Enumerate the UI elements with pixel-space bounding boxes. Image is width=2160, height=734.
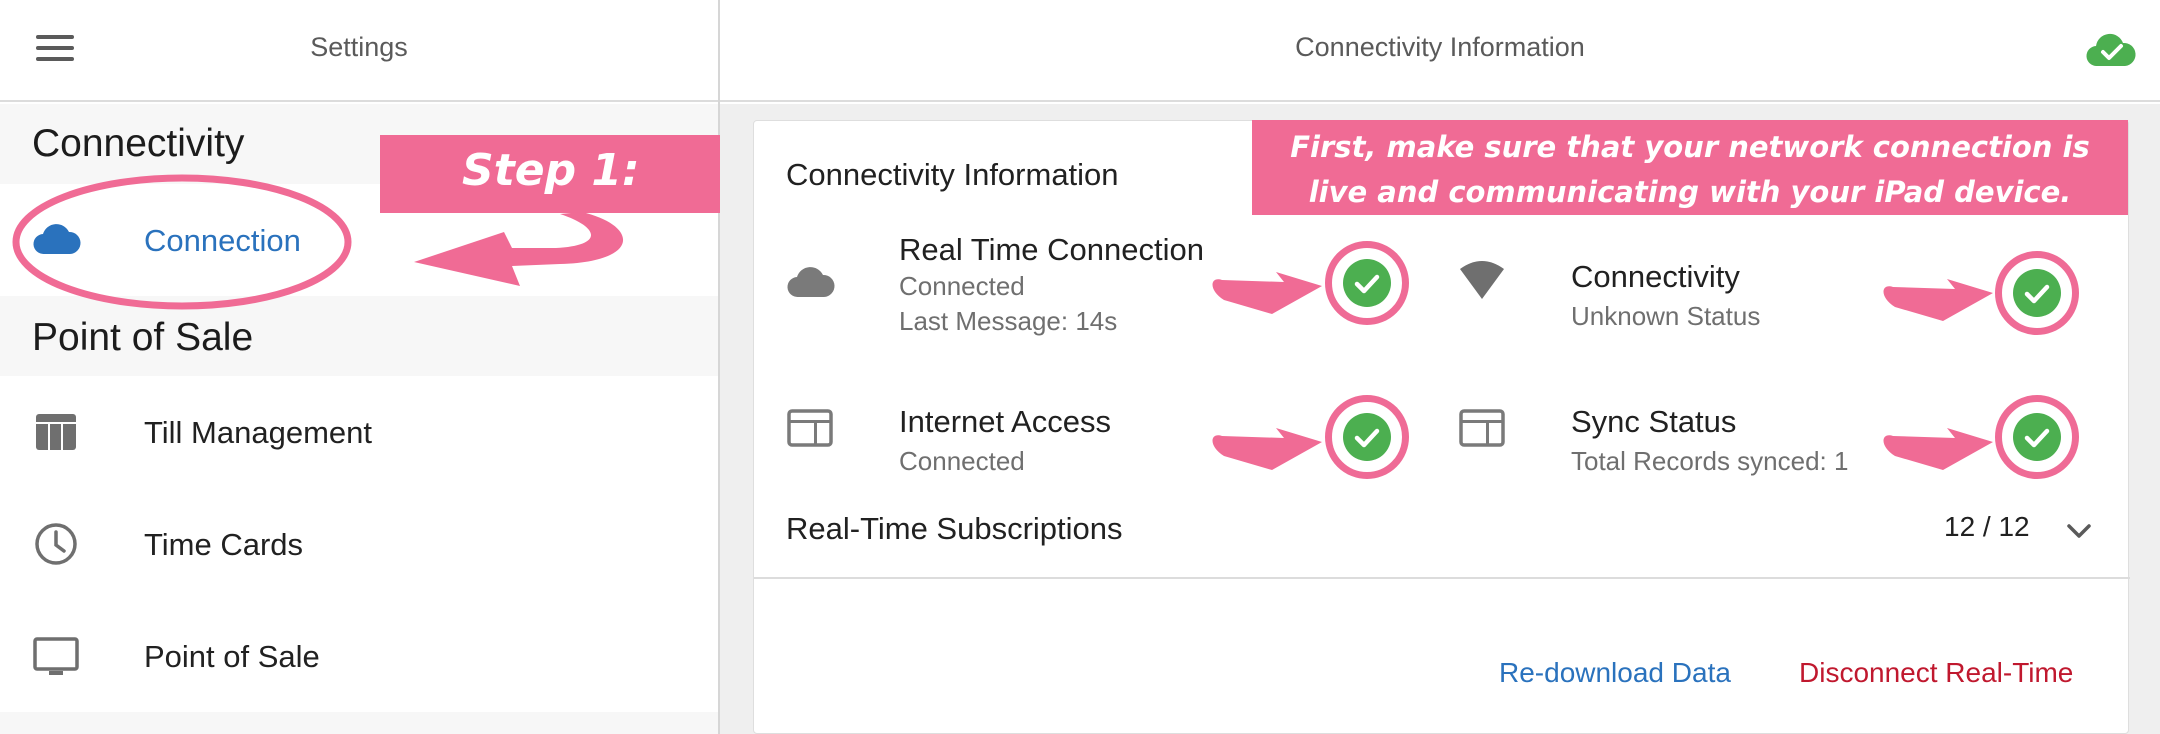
stat-title: Sync Status [1571,404,1737,439]
section-heading-label: Point of Sale [32,316,254,359]
cloud-icon [33,224,81,255]
subscriptions-label: Real-Time Subscriptions [786,511,1123,546]
status-check-icon [1995,395,2079,479]
clock-icon [35,523,77,565]
status-check-icon [1325,395,1409,479]
instruction-line-2: live and communicating with your iPad de… [1308,175,2072,209]
instruction-line-1: First, make sure that your network conne… [1290,130,2090,164]
disconnect-real-time-button[interactable]: Disconnect Real-Time [1799,657,2073,689]
card-title: Connectivity Information [786,157,1119,192]
stat-title: Real Time Connection [899,232,1204,267]
sidebar-item-point-of-sale[interactable]: Point of Sale [0,601,718,711]
cloud-check-icon[interactable] [2084,30,2140,70]
step-annotation-text: Step 1: [462,145,640,196]
stat-subtitle: Connected [899,271,1025,301]
instruction-annotation-banner: First, make sure that your network conne… [1252,120,2128,215]
stat-subtitle: Connected [899,446,1025,476]
sidebar-title: Settings [310,32,408,62]
stat-subtitle: Unknown Status [1571,301,1761,331]
settings-sidebar: Settings Connectivity Connection Point o… [0,0,718,734]
section-heading-point-of-sale: Point of Sale [0,296,718,376]
wifi-icon [1460,261,1504,299]
till-icon [36,414,76,450]
chevron-down-icon[interactable] [2064,519,2094,543]
sidebar-item-label: Till Management [144,415,373,450]
sidebar-header: Settings [0,0,718,102]
status-check-icon [1995,251,2079,335]
redownload-data-button[interactable]: Re-download Data [1499,657,1731,689]
stat-subtitle: Total Records synced: 1 [1571,446,1849,476]
monitor-icon [33,637,79,675]
stat-last-message: Last Message: 14s [899,306,1118,336]
sidebar-item-label: Time Cards [144,527,304,562]
cloud-icon [787,267,835,298]
status-check-icon [1325,241,1409,325]
web-icon [787,409,833,447]
sidebar-item-till-management[interactable]: Till Management [0,377,718,487]
section-heading-label: Connectivity [32,122,245,165]
sidebar-item-label: Point of Sale [144,639,320,674]
sidebar-item-label: Connection [144,223,301,258]
subscriptions-count: 12 / 12 [1944,511,2030,542]
stat-title: Connectivity [1571,259,1740,294]
web-icon [1459,409,1505,447]
real-time-subscriptions-row[interactable]: Real-Time Subscriptions 12 / 12 [754,489,2130,579]
page-title: Connectivity Information [1295,32,1585,62]
sidebar-item-time-cards[interactable]: Time Cards [0,489,718,599]
step-annotation-banner: Step 1: [380,135,720,213]
sidebar-next-section [0,712,718,734]
main-header: Connectivity Information [720,0,2160,102]
stat-title: Internet Access [899,404,1111,439]
